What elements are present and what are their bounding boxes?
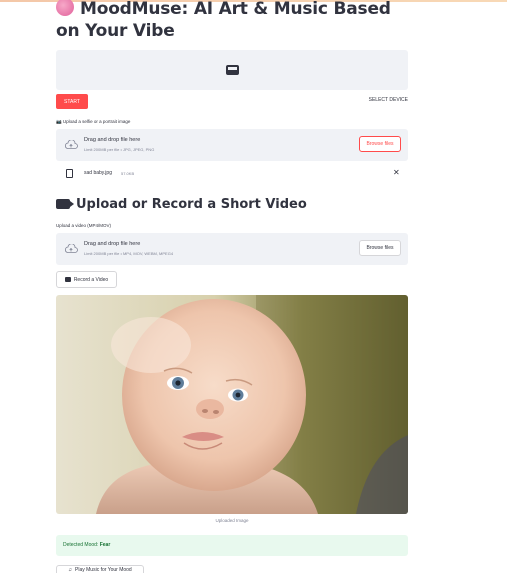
video-section-heading: Upload or Record a Short Video (56, 197, 307, 212)
video-upload-label: Upload a video (MP4/MOV) (56, 223, 112, 228)
image-browse-files-button[interactable]: Browse files (359, 136, 401, 152)
video-drag-text: Drag and drop file here (84, 241, 141, 247)
image-upload-label: 📷 Upload a selfie or a portrait image (56, 119, 131, 124)
detected-mood-prefix: Detected Mood: (63, 542, 99, 548)
photo-caption: Uploaded Image (215, 518, 249, 523)
start-button[interactable]: START (56, 94, 88, 109)
record-video-label: Record a Video (73, 276, 109, 283)
uploaded-baby-photo (56, 295, 408, 514)
select-device-button[interactable]: SELECT DEVICE (352, 97, 408, 103)
cloud-upload-icon (65, 140, 78, 149)
image-limit-text: Limit 200MB per file • JPG, JPEG, PNG (84, 147, 155, 152)
uploaded-file-name: sad baby.jpg (84, 170, 112, 176)
uploaded-file-row: sad baby.jpg 57.0KB ✕ (56, 167, 408, 181)
video-browse-files-button[interactable]: Browse files (359, 240, 401, 256)
music-note-icon: ♫ (68, 567, 73, 573)
detected-mood-alert: Detected Mood: Fear (56, 535, 408, 556)
play-music-button[interactable]: ♫ Play Music for Your Mood (56, 565, 144, 573)
record-video-button[interactable]: Record a Video (56, 271, 117, 288)
image-drag-text: Drag and drop file here (84, 137, 141, 143)
video-limit-text: Limit 200MB per file • MP4, MOV, WEBM, M… (84, 251, 174, 256)
video-dropzone[interactable]: Drag and drop file here Limit 200MB per … (56, 233, 408, 265)
page-title: MoodMuse: AI Art & Music Based on Your V… (56, 0, 416, 42)
detected-mood-value: Fear (99, 542, 111, 548)
video-camera-icon (56, 199, 74, 209)
brain-icon (56, 0, 74, 16)
video-camera-icon (64, 277, 71, 282)
webcam-preview (56, 50, 408, 90)
detected-mood-text: Detected Mood: Fear (63, 542, 110, 548)
page-title-text: MoodMuse: AI Art & Music Based on Your V… (56, 0, 391, 41)
play-music-label: Play Music for Your Mood (75, 567, 132, 573)
image-dropzone[interactable]: Drag and drop file here Limit 200MB per … (56, 129, 408, 161)
video-section-heading-text: Upload or Record a Short Video (76, 197, 307, 212)
cloud-upload-icon (65, 244, 78, 253)
file-icon (66, 169, 73, 178)
uploaded-file-size: 57.0KB (121, 171, 135, 176)
remove-file-button[interactable]: ✕ (393, 168, 400, 177)
webcam-icon (226, 65, 239, 75)
